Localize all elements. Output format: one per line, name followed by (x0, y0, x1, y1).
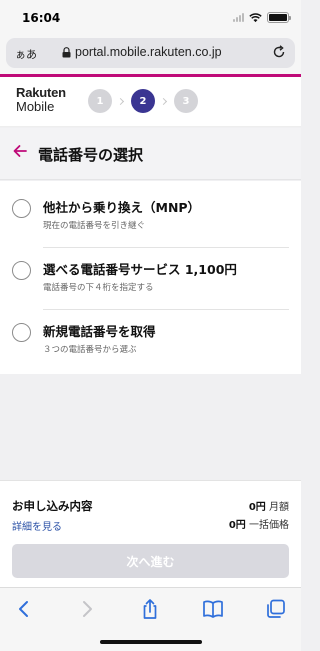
onetime-price-row: 0円 一括価格 (229, 516, 289, 531)
option-choose-number[interactable]: 選べる電話番号サービス 1,100円 電話番号の下４桁を指定する (0, 243, 301, 305)
status-time: 16:04 (22, 11, 61, 25)
status-bar: 16:04 (0, 0, 301, 36)
back-icon[interactable] (13, 598, 35, 620)
rakuten-mobile-logo[interactable]: Rakuten Mobile (16, 86, 66, 114)
step-indicator: 1 2 3 (88, 89, 198, 113)
step-2: 2 (131, 89, 155, 113)
page-title: 電話番号の選択 (38, 146, 144, 164)
monthly-price-row: 0円 月額 (249, 498, 289, 513)
wifi-icon (249, 12, 262, 22)
home-indicator (100, 640, 202, 644)
reader-settings-button[interactable]: ぁあ (15, 46, 37, 62)
status-icons (233, 12, 291, 23)
reload-icon[interactable] (271, 44, 287, 60)
signal-icon (233, 13, 244, 22)
bookmarks-icon[interactable] (202, 598, 224, 620)
browser-url-bar: ぁあ portal.mobile.rakuten.co.jp (0, 36, 301, 74)
order-summary: お申し込み内容 詳細を見る 0円 月額 0円 一括価格 次へ進む (0, 480, 301, 587)
monthly-label: 月額 (269, 502, 289, 513)
option-subtitle: 電話番号の下４桁を指定する (43, 283, 154, 293)
option-new-number[interactable]: 新規電話番号を取得 ３つの電話番号から選ぶ (0, 305, 301, 367)
forward-icon[interactable] (76, 598, 98, 620)
radio-button[interactable] (12, 199, 31, 218)
logo-line-1: Rakuten (16, 85, 66, 100)
tabs-icon[interactable] (265, 598, 287, 620)
summary-title: お申し込み内容 (12, 499, 93, 513)
monthly-amount: 0円 (248, 502, 266, 513)
url-display[interactable]: portal.mobile.rakuten.co.jp (62, 45, 222, 59)
step-1: 1 (88, 89, 112, 113)
number-option-list: 他社から乗り換え（MNP） 現在の電話番号を引き継ぐ 選べる電話番号サービス 1… (0, 181, 301, 374)
option-subtitle: ３つの電話番号から選ぶ (43, 345, 137, 355)
details-link[interactable]: 詳細を見る (12, 518, 62, 533)
site-header: Rakuten Mobile 1 2 3 (0, 77, 301, 127)
option-subtitle: 現在の電話番号を引き継ぐ (43, 221, 146, 231)
battery-icon (267, 12, 291, 23)
step-3: 3 (174, 89, 198, 113)
option-title: 選べる電話番号サービス 1,100円 (43, 262, 237, 277)
onetime-amount: 0円 (228, 520, 246, 531)
option-mnp[interactable]: 他社から乗り換え（MNP） 現在の電話番号を引き継ぐ (0, 181, 301, 243)
option-title: 他社から乗り換え（MNP） (43, 200, 201, 215)
radio-button[interactable] (12, 261, 31, 280)
logo-line-2: Mobile (16, 99, 55, 114)
option-title: 新規電話番号を取得 (43, 324, 156, 339)
lock-icon (62, 46, 71, 57)
url-text: portal.mobile.rakuten.co.jp (75, 45, 222, 59)
onetime-label: 一括価格 (249, 520, 289, 531)
radio-button[interactable] (12, 323, 31, 342)
step-chevron-icon (159, 97, 168, 105)
page-title-bar: 電話番号の選択 (0, 128, 301, 180)
next-button[interactable]: 次へ進む (12, 544, 289, 578)
step-chevron-icon (116, 97, 125, 105)
address-field[interactable]: ぁあ portal.mobile.rakuten.co.jp (6, 38, 295, 68)
share-icon[interactable] (139, 598, 161, 620)
back-arrow-icon[interactable] (12, 143, 28, 159)
